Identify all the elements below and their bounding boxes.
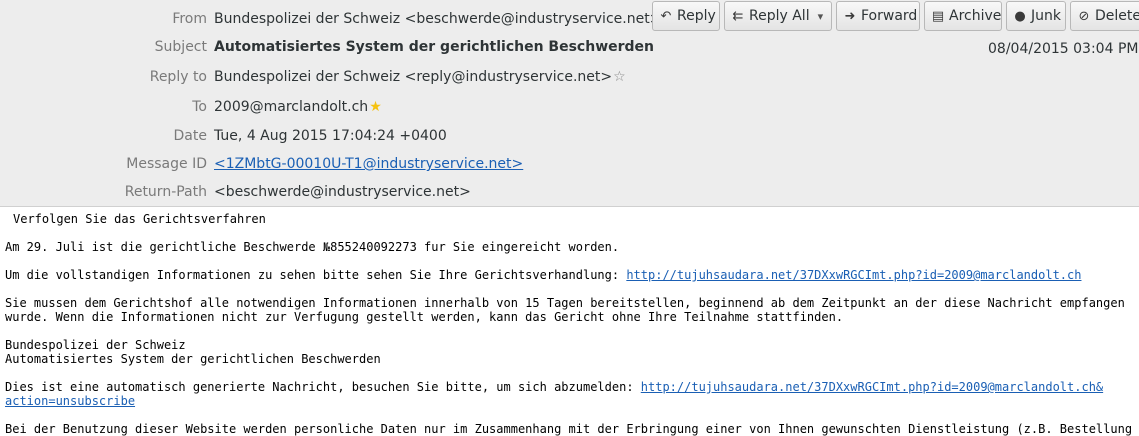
junk-icon: ●	[1014, 9, 1026, 24]
reply-to-address[interactable]: Bundespolizei der Schweiz <reply@industr…	[214, 69, 612, 85]
message-id-link[interactable]: <1ZMbtG-00010U-T1@industryservice.net>	[214, 156, 523, 172]
body-line: Am 29. Juli ist die gerichtliche Beschwe…	[5, 240, 620, 254]
delete-button[interactable]: ⊘ Delete	[1070, 1, 1139, 31]
received-date: 08/04/2015 03:04 PM	[988, 41, 1139, 57]
to-address[interactable]: 2009@marclandolt.ch	[214, 99, 368, 115]
reply-to-value[interactable]: Bundespolizei der Schweiz <reply@industr…	[214, 69, 626, 85]
forward-label: Forward	[861, 8, 918, 24]
reply-all-button[interactable]: ⇇ Reply All ▾	[724, 1, 832, 31]
reply-icon: ↶	[660, 9, 672, 24]
archive-icon: ▤	[931, 9, 945, 24]
archive-label: Archive	[949, 8, 1002, 24]
unsubscribe-link[interactable]: http://tujuhsaudara.net/37DXxwRGCImt.php…	[641, 380, 1103, 394]
forward-icon: ➜	[844, 9, 856, 24]
delete-icon: ⊘	[1078, 9, 1090, 24]
body-line: Sie mussen dem Gerichtshof alle notwendi…	[5, 296, 1125, 310]
reply-all-icon: ⇇	[732, 9, 744, 24]
forward-button[interactable]: ➜ Forward	[836, 1, 920, 31]
body-line: wurde. Wenn die Informationen nicht zur …	[5, 310, 844, 324]
body-text: Dies ist eine automatisch generierte Nac…	[5, 380, 641, 394]
date-value: Tue, 4 Aug 2015 17:04:24 +0400	[214, 128, 447, 144]
date-label: Date	[173, 128, 207, 144]
message-id-label: Message ID	[126, 156, 207, 172]
reply-button[interactable]: ↶ Reply	[652, 1, 720, 31]
body-line: Um die vollstandigen Informationen zu se…	[5, 268, 1081, 282]
from-address[interactable]: Bundespolizei der Schweiz <beschwerde@in…	[214, 11, 661, 27]
reply-to-label: Reply to	[149, 69, 207, 85]
junk-button[interactable]: ● Junk	[1006, 1, 1066, 31]
subject-value: Automatisiertes System der gerichtlichen…	[214, 39, 655, 55]
subject-label: Subject	[154, 39, 207, 55]
body-line: Bundespolizei der Schweiz	[5, 338, 186, 352]
return-path-value: <beschwerde@industryservice.net>	[214, 184, 471, 200]
from-value[interactable]: Bundespolizei der Schweiz <beschwerde@in…	[214, 11, 675, 27]
return-path-label: Return-Path	[124, 184, 207, 200]
body-line: Verfolgen Sie das Gerichtsverfahren	[13, 212, 266, 226]
star-icon[interactable]: ☆	[613, 69, 626, 85]
archive-button[interactable]: ▤ Archive	[924, 1, 1002, 31]
chevron-down-icon[interactable]: ▾	[818, 3, 824, 31]
court-hearing-link[interactable]: http://tujuhsaudara.net/37DXxwRGCImt.php…	[626, 268, 1081, 282]
star-icon[interactable]: ★	[369, 99, 382, 115]
body-line: Dies ist eine automatisch generierte Nac…	[5, 380, 1103, 394]
delete-label: Delete	[1095, 8, 1139, 24]
message-header: From Bundespolizei der Schweiz <beschwer…	[0, 0, 1139, 207]
unsubscribe-link-continued[interactable]: action=unsubscribe	[5, 394, 135, 408]
reply-all-label: Reply All	[749, 8, 810, 24]
body-text: Um die vollstandigen Informationen zu se…	[5, 268, 627, 282]
from-label: From	[172, 11, 207, 27]
body-line: action=unsubscribe	[5, 394, 135, 408]
body-line: Automatisiertes System der gerichtlichen…	[5, 352, 381, 366]
to-label: To	[192, 99, 207, 115]
to-value[interactable]: 2009@marclandolt.ch★	[214, 99, 382, 115]
reply-label: Reply	[677, 8, 716, 24]
body-line: Bei der Benutzung dieser Website werden …	[5, 422, 1133, 436]
junk-label: Junk	[1031, 8, 1061, 24]
